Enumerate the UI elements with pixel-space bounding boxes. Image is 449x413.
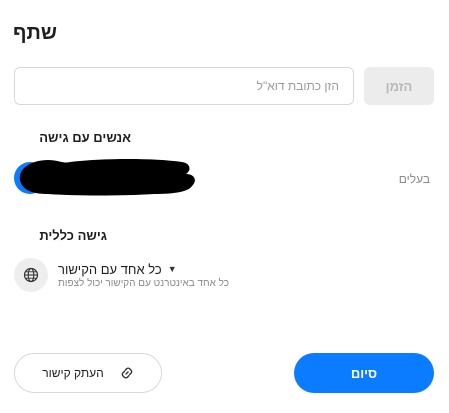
owner-role-label: בעלים	[398, 172, 430, 186]
general-access-description: כל אחד באינטרנט עם הקישור יכול לצפות	[58, 278, 230, 289]
general-access-selected: כל אחד עם הקישור	[58, 261, 162, 277]
invite-row: הזמן	[14, 67, 434, 107]
email-input[interactable]	[14, 67, 354, 105]
general-access-heading: גישה כללית	[39, 228, 107, 243]
copy-link-button[interactable]: העתק קישור	[14, 353, 162, 393]
link-icon	[121, 367, 133, 379]
done-button[interactable]: סיום	[294, 353, 434, 393]
dialog-title: שתף	[13, 22, 57, 44]
invite-button[interactable]: הזמן	[364, 67, 434, 105]
people-with-access-heading: אנשים עם גישה	[39, 130, 131, 145]
general-access-row: כל אחד עם הקישור ▼ כל אחד באינטרנט עם הק…	[14, 256, 434, 296]
person-row: בעלים	[14, 150, 434, 200]
copy-link-label: העתק קישור	[42, 366, 104, 380]
globe-icon	[14, 258, 48, 292]
caret-down-icon: ▼	[167, 264, 177, 274]
general-access-dropdown[interactable]: כל אחד עם הקישור ▼	[58, 260, 177, 278]
redacted-name-scribble	[19, 159, 195, 196]
share-dialog: שתף הזמן אנשים עם גישה בעלים גישה כללית …	[0, 0, 449, 413]
